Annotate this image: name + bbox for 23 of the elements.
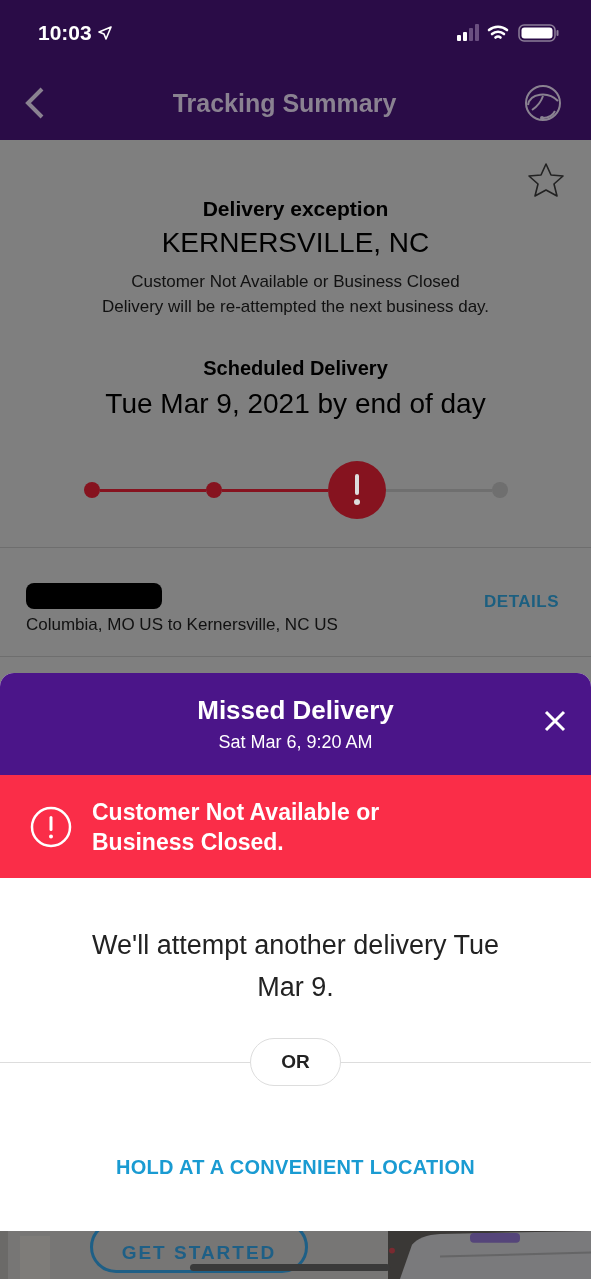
reattempt-message: We'll attempt another delivery Tue Mar 9. xyxy=(91,929,500,1004)
hold-location-link[interactable]: HOLD AT A CONVENIENT LOCATION xyxy=(115,1156,476,1179)
favorite-star-icon[interactable] xyxy=(527,162,565,198)
delivery-location: KERNERSVILLE, NC xyxy=(161,227,430,259)
delivery-status: Delivery exception xyxy=(202,197,389,221)
close-button[interactable] xyxy=(543,709,567,733)
shipment-route: Columbia, MO US to Kernersville, NC US xyxy=(26,615,338,635)
location-arrow-icon xyxy=(97,26,112,40)
signal-icon xyxy=(457,24,479,41)
wifi-icon xyxy=(487,25,509,39)
status-detail: Customer Not Available or Business Closed xyxy=(131,271,460,293)
sheet-title: Missed Delivery xyxy=(197,695,394,726)
back-button[interactable] xyxy=(24,86,46,120)
scheduled-date: Tue Mar 9, 2021 by end of day xyxy=(105,388,486,420)
details-link[interactable]: DETAILS xyxy=(484,592,559,612)
warning-icon xyxy=(30,805,72,848)
status-time: 10:03 xyxy=(38,21,112,45)
status-detail: Delivery will be re-attempted the next business day. xyxy=(101,296,490,318)
alert-text: Customer Not Available or Business Closed. xyxy=(92,797,381,857)
battery-icon xyxy=(518,24,559,42)
scheduled-label: Scheduled Delivery xyxy=(203,357,388,380)
event-time: Sat Mar 6, 9:20 AM xyxy=(218,732,373,753)
screen-title: Tracking Summary xyxy=(172,88,397,118)
